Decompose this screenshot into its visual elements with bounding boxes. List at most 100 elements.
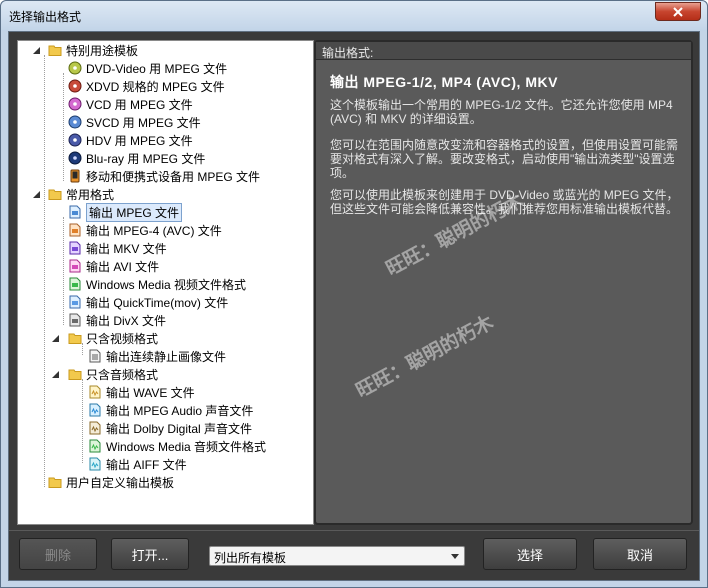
cancel-button[interactable]: 取消	[593, 538, 687, 570]
video-file-icon	[69, 205, 81, 219]
video-file-icon	[69, 223, 81, 237]
dialog-client-area: 特别用途模板 DVD-Video 用 MPEG 文件 XDVD 规格的 MPEG…	[8, 31, 700, 581]
collapse-arrow-icon[interactable]	[32, 190, 41, 199]
tree-item-dolby[interactable]: 输出 Dolby Digital 声音文件	[88, 419, 252, 437]
tree-group-special[interactable]: 特别用途模板	[48, 41, 138, 59]
audio-file-icon	[89, 421, 101, 435]
tree-item-label: SVCD 用 MPEG 文件	[86, 115, 201, 130]
audio-file-icon	[89, 439, 101, 453]
audio-file-icon	[89, 403, 101, 417]
tree-item-label: 输出 DivX 文件	[86, 313, 167, 328]
tree-group-label: 常用格式	[66, 187, 115, 202]
tree-item-label: Windows Media 音频文件格式	[106, 439, 267, 454]
disc-icon	[68, 61, 82, 75]
tree-item-label: XDVD 规格的 MPEG 文件	[86, 79, 225, 94]
tree-item-mpeg-selected[interactable]: 输出 MPEG 文件	[68, 202, 183, 222]
tree-item-still-image[interactable]: 输出连续静止画像文件	[88, 347, 226, 365]
tree-item-label: Blu-ray 用 MPEG 文件	[86, 151, 206, 166]
tree-item-hdv[interactable]: HDV 用 MPEG 文件	[68, 131, 193, 149]
tree-item-label: VCD 用 MPEG 文件	[86, 97, 193, 112]
tree-item-svcd[interactable]: SVCD 用 MPEG 文件	[68, 113, 201, 131]
tree-group-user[interactable]: 用户自定义输出模板	[48, 473, 174, 491]
watermark-text: 旺旺：聪明的朽木	[352, 312, 497, 403]
tree-item-label: 输出 MPEG 文件	[86, 202, 183, 222]
separator	[9, 530, 699, 531]
bluray-disc-icon	[68, 151, 82, 165]
tree-item-label: DVD-Video 用 MPEG 文件	[86, 61, 228, 76]
title-bar: 选择输出格式	[1, 1, 707, 31]
collapse-arrow-icon[interactable]	[51, 370, 60, 379]
collapse-arrow-icon[interactable]	[32, 46, 41, 55]
audio-file-icon	[89, 385, 101, 399]
format-title: 输出 MPEG-1/2, MP4 (AVC), MKV	[330, 74, 558, 90]
tree-item-wmv[interactable]: Windows Media 视频文件格式	[68, 275, 246, 293]
disc-icon	[68, 115, 82, 129]
tree-item-wave[interactable]: 输出 WAVE 文件	[88, 383, 195, 401]
tree-group-common[interactable]: 常用格式	[48, 185, 114, 203]
tree-item-mobile[interactable]: 移动和便携式设备用 MPEG 文件	[68, 167, 260, 185]
tree-group-audio-only[interactable]: 只含音频格式	[68, 365, 158, 383]
delete-button[interactable]: 删除	[19, 538, 97, 570]
video-file-icon	[69, 313, 81, 327]
video-file-icon	[69, 277, 81, 291]
dialog-window: 选择输出格式 特别用途模板 DVD-Video 用 MPEG 文件 XDVD 规…	[0, 0, 708, 588]
disc-icon	[68, 97, 82, 111]
tree-item-aiff[interactable]: 输出 AIFF 文件	[88, 455, 187, 473]
tree-item-label: 输出 AVI 文件	[86, 259, 160, 274]
tree-item-mpeg-audio[interactable]: 输出 MPEG Audio 声音文件	[88, 401, 253, 419]
tree-item-label: 输出 WAVE 文件	[106, 385, 195, 400]
template-tree[interactable]: 特别用途模板 DVD-Video 用 MPEG 文件 XDVD 规格的 MPEG…	[17, 40, 314, 525]
tree-item-wma[interactable]: Windows Media 音频文件格式	[88, 437, 266, 455]
folder-icon	[68, 369, 82, 380]
info-paragraph: 这个模板输出一个常用的 MPEG-1/2 文件。它还允许您使用 MP4 (AVC…	[330, 98, 673, 126]
tree-group-label: 特别用途模板	[66, 43, 139, 58]
folder-icon	[48, 189, 62, 200]
tree-item-vcd[interactable]: VCD 用 MPEG 文件	[68, 95, 193, 113]
tree-item-bluray[interactable]: Blu-ray 用 MPEG 文件	[68, 149, 205, 167]
audio-file-icon	[89, 457, 101, 471]
tree-item-divx[interactable]: 输出 DivX 文件	[68, 311, 166, 329]
info-header: 输出格式:	[316, 42, 691, 60]
collapse-arrow-icon[interactable]	[51, 334, 60, 343]
template-filter-value: 列出所有模板	[214, 551, 287, 565]
tree-item-label: 输出 QuickTime(mov) 文件	[86, 295, 229, 310]
video-file-icon	[69, 295, 81, 309]
tree-item-mp4[interactable]: 输出 MPEG-4 (AVC) 文件	[68, 221, 222, 239]
folder-icon	[48, 477, 62, 488]
open-button[interactable]: 打开...	[111, 538, 189, 570]
folder-icon	[68, 333, 82, 344]
tree-item-label: 输出 MPEG-4 (AVC) 文件	[86, 223, 222, 238]
tree-item-mkv[interactable]: 输出 MKV 文件	[68, 239, 167, 257]
tree-group-label: 只含视频格式	[86, 331, 159, 346]
tree-item-label: 输出 MKV 文件	[86, 241, 167, 256]
disc-icon	[68, 79, 82, 93]
tree-item-dvd[interactable]: DVD-Video 用 MPEG 文件	[68, 59, 227, 77]
close-button[interactable]	[655, 2, 701, 21]
disc-icon	[68, 133, 82, 147]
tree-group-label: 只含音频格式	[86, 367, 159, 382]
tree-item-label: 移动和便携式设备用 MPEG 文件	[86, 169, 261, 184]
tree-item-label: HDV 用 MPEG 文件	[86, 133, 193, 148]
select-button[interactable]: 选择	[483, 538, 577, 570]
window-title: 选择输出格式	[9, 10, 82, 24]
template-filter-select[interactable]: 列出所有模板	[209, 546, 465, 566]
dropdown-arrow-icon	[451, 554, 459, 559]
image-sequence-icon	[89, 349, 101, 363]
video-file-icon	[69, 259, 81, 273]
tree-item-label: 输出连续静止画像文件	[106, 349, 227, 364]
tree-item-label: 输出 AIFF 文件	[106, 457, 187, 472]
tree-item-label: 输出 MPEG Audio 声音文件	[106, 403, 254, 418]
tree-group-video-only[interactable]: 只含视频格式	[68, 329, 158, 347]
format-description-panel: 输出格式: 输出 MPEG-1/2, MP4 (AVC), MKV 这个模板输出…	[314, 40, 693, 525]
tree-item-label: Windows Media 视频文件格式	[86, 277, 247, 292]
tree-group-label: 用户自定义输出模板	[66, 475, 175, 490]
tree-item-xdvd[interactable]: XDVD 规格的 MPEG 文件	[68, 77, 225, 95]
close-icon	[673, 6, 683, 17]
tree-item-avi[interactable]: 输出 AVI 文件	[68, 257, 159, 275]
tree-item-label: 输出 Dolby Digital 声音文件	[106, 421, 253, 436]
tree-item-quicktime[interactable]: 输出 QuickTime(mov) 文件	[68, 293, 228, 311]
folder-icon	[48, 45, 62, 56]
info-paragraph: 您可以在范围内随意改变流和容器格式的设置，但使用设置可能需要对格式有深入了解。要…	[330, 138, 679, 180]
video-file-icon	[69, 241, 81, 255]
mobile-device-icon	[70, 169, 80, 183]
